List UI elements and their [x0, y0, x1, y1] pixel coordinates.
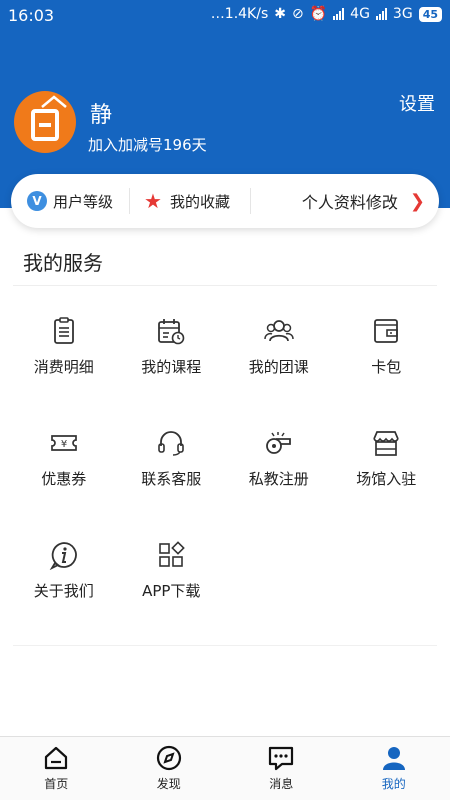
- section-title: 我的服务: [23, 251, 103, 275]
- status-time: 16:03: [8, 6, 55, 25]
- edit-profile-label: 个人资料修改: [301, 193, 398, 212]
- service-item[interactable]: 我的课程: [118, 316, 226, 428]
- headset-icon: [158, 431, 185, 456]
- apps-icon: [159, 541, 186, 567]
- service-item[interactable]: 卡包: [333, 316, 441, 428]
- status-icons: …1.4K/s ✱ ⊘ ⏰ 4G 3G 45: [211, 6, 442, 22]
- service-item[interactable]: APP下载: [118, 540, 226, 652]
- service-label: APP下载: [142, 582, 201, 600]
- bluetooth-icon: ✱: [274, 6, 286, 22]
- service-label: 消费明细: [33, 358, 94, 376]
- favorites-button[interactable]: ★ 我的收藏: [130, 174, 250, 228]
- profile-card: V 用户等级 ★ 我的收藏 个人资料修改 ❯: [11, 174, 439, 228]
- user-level-label: 用户等级: [53, 192, 114, 211]
- calendar-icon: [158, 319, 185, 345]
- service-label: 联系客服: [141, 470, 202, 488]
- tab-mine[interactable]: 我的: [338, 737, 450, 800]
- user-level-button[interactable]: V 用户等级: [11, 174, 129, 228]
- service-item[interactable]: 关于我们: [10, 540, 118, 652]
- service-label: 关于我们: [33, 582, 94, 600]
- star-icon: ★: [144, 189, 162, 213]
- divider: [13, 285, 437, 286]
- message-icon: [269, 746, 294, 771]
- tab-label: 我的: [381, 777, 406, 791]
- info-icon: [49, 542, 77, 570]
- service-item[interactable]: ¥ 优惠券: [10, 428, 118, 540]
- svg-text:¥: ¥: [61, 439, 67, 450]
- service-label: 我的课程: [141, 358, 202, 376]
- profile-icon: [382, 747, 405, 770]
- service-label: 优惠券: [41, 470, 87, 488]
- status-bar: 16:03 …1.4K/s ✱ ⊘ ⏰ 4G 3G 45: [0, 0, 450, 30]
- service-item[interactable]: 我的团课: [225, 316, 333, 428]
- user-name: 静: [90, 103, 113, 128]
- service-label: 场馆入驻: [356, 470, 417, 488]
- mute-icon: ⊘: [291, 6, 304, 22]
- tab-label: 消息: [269, 777, 294, 791]
- bottom-tab-bar: 首页 发现 消息 我的: [0, 736, 450, 800]
- service-label: 卡包: [371, 358, 402, 376]
- network-type-1: 4G: [350, 6, 370, 22]
- service-item[interactable]: 消费明细: [10, 316, 118, 428]
- service-item[interactable]: 场馆入驻: [333, 428, 441, 540]
- wallet-icon: [374, 319, 399, 343]
- chevron-right-icon: ❯: [409, 190, 425, 212]
- avatar[interactable]: [14, 91, 76, 153]
- avatar-glyph: [31, 109, 59, 141]
- group-icon: [264, 320, 294, 342]
- coupon-icon: ¥: [50, 435, 77, 451]
- compass-icon: [156, 745, 181, 771]
- edit-profile-button[interactable]: 个人资料修改 ❯: [251, 174, 439, 228]
- favorites-label: 我的收藏: [169, 192, 230, 211]
- whistle-icon: [265, 432, 291, 454]
- store-icon: [373, 431, 400, 456]
- signal-icon: [333, 8, 345, 20]
- tab-discover[interactable]: 发现: [113, 737, 226, 800]
- service-label: 私教注册: [248, 470, 309, 488]
- signal-icon-2: [375, 8, 387, 20]
- battery-icon: 45: [418, 6, 442, 22]
- tab-label: 发现: [156, 777, 181, 791]
- tab-label: 首页: [44, 777, 69, 791]
- tab-messages[interactable]: 消息: [225, 737, 338, 800]
- alarm-icon: ⏰: [309, 6, 328, 22]
- network-speed: …1.4K/s: [210, 6, 269, 22]
- network-type-2: 3G: [392, 6, 413, 22]
- service-item[interactable]: 私教注册: [225, 428, 333, 540]
- tab-home[interactable]: 首页: [0, 737, 113, 800]
- ribbon-icon: [41, 95, 67, 108]
- receipt-icon: [53, 317, 74, 344]
- settings-link[interactable]: 设置: [399, 90, 435, 116]
- membership-days: 加入加减号196天: [88, 136, 207, 154]
- divider: [13, 645, 437, 646]
- service-item[interactable]: 联系客服: [118, 428, 226, 540]
- vip-icon: V: [27, 191, 47, 211]
- services-grid: 消费明细 我的课程 我的团课 卡包 ¥ 优惠券 联系客服 私教注册 场馆入驻 关…: [10, 316, 440, 652]
- service-label: 我的团课: [248, 358, 309, 376]
- home-icon: [45, 746, 68, 770]
